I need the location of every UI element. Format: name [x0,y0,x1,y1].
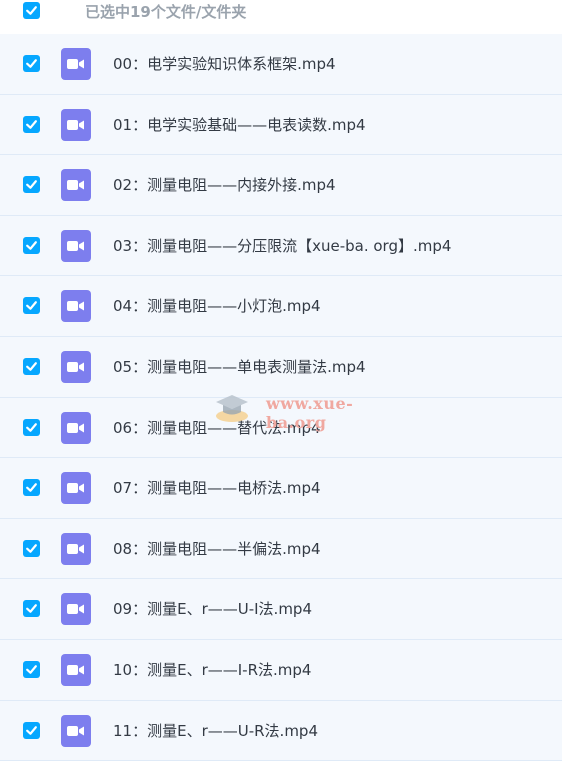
video-file-icon [61,714,91,747]
file-name[interactable]: 04：测量电阻——小灯泡.mp4 [113,276,321,336]
file-row[interactable]: 02：测量电阻——内接外接.mp4 [0,155,562,216]
video-file-icon [61,290,91,323]
video-file-icon [61,532,91,565]
selection-count-label: 已选中19个文件/文件夹 [85,3,247,21]
file-name[interactable]: 10：测量E、r——I-R法.mp4 [113,640,311,700]
video-file-icon [61,472,91,505]
file-checkbox[interactable] [23,600,40,618]
file-checkbox[interactable] [23,236,40,254]
file-row[interactable]: 10：测量E、r——I-R法.mp4 [0,639,562,701]
file-name[interactable]: 01：电学实验基础——电表读数.mp4 [113,95,366,155]
video-file-icon [61,48,91,80]
file-name[interactable]: 08：测量电阻——半偏法.mp4 [113,519,321,579]
select-all-checkbox[interactable] [23,2,40,19]
check-icon [26,119,37,129]
file-row[interactable]: 04：测量电阻——小灯泡.mp4 [0,276,562,337]
video-file-icon [61,411,91,444]
file-row[interactable]: 03：测量电阻——分压限流【xue-ba. org】.mp4 [0,215,562,277]
file-checkbox[interactable] [23,176,40,194]
check-icon [26,301,37,311]
video-file-icon [61,653,91,686]
file-name[interactable]: 11：测量E、r——U-R法.mp4 [113,701,318,761]
file-name[interactable]: 09：测量E、r——U-I法.mp4 [113,579,312,639]
file-checkbox[interactable] [23,418,40,436]
check-icon [26,362,37,371]
file-checkbox[interactable] [23,297,40,315]
file-checkbox[interactable] [23,660,40,678]
file-row[interactable]: 00：电学实验知识体系框架.mp4 [0,34,562,95]
file-checkbox[interactable] [23,721,40,739]
check-icon [26,604,37,614]
check-icon [26,725,37,735]
file-row[interactable]: 09：测量E、r——U-I法.mp4 [0,579,562,640]
file-checkbox[interactable] [23,55,40,72]
file-list: 00：电学实验知识体系框架.mp4 01：电学实验基础——电表读数.mp4 02… [0,34,562,762]
file-row[interactable]: 07：测量电阻——电桥法.mp4 [0,458,562,519]
check-icon [26,240,37,250]
file-checkbox[interactable] [23,479,40,497]
check-icon [26,180,37,190]
file-row[interactable]: 01：电学实验基础——电表读数.mp4 [0,94,562,156]
file-checkbox[interactable] [23,115,40,133]
check-icon [26,59,37,68]
video-file-icon [61,229,91,262]
file-row[interactable]: 11：测量E、r——U-R法.mp4 [0,700,562,762]
file-name[interactable]: 07：测量电阻——电桥法.mp4 [113,458,321,518]
video-file-icon [61,593,91,626]
check-icon [26,543,37,553]
video-file-icon [61,169,91,202]
file-name[interactable]: 00：电学实验知识体系框架.mp4 [113,34,336,94]
file-checkbox[interactable] [23,539,40,557]
file-row[interactable]: 08：测量电阻——半偏法.mp4 [0,518,562,580]
file-name[interactable]: 02：测量电阻——内接外接.mp4 [113,155,336,215]
check-icon [26,665,37,674]
selection-header: 已选中19个文件/文件夹 [0,0,562,32]
file-name[interactable]: 05：测量电阻——单电表测量法.mp4 [113,337,366,397]
file-name[interactable]: 06：测量电阻——替代法.mp4 [113,398,321,458]
video-file-icon [61,350,91,383]
check-icon [26,422,37,432]
file-name[interactable]: 03：测量电阻——分压限流【xue-ba. org】.mp4 [113,216,451,276]
file-checkbox[interactable] [23,357,40,375]
file-row[interactable]: 05：测量电阻——单电表测量法.mp4 [0,336,562,398]
video-file-icon [61,108,91,141]
file-row[interactable]: 06：测量电阻——替代法.mp4 [0,397,562,459]
check-icon [26,483,37,492]
check-icon [26,6,37,15]
